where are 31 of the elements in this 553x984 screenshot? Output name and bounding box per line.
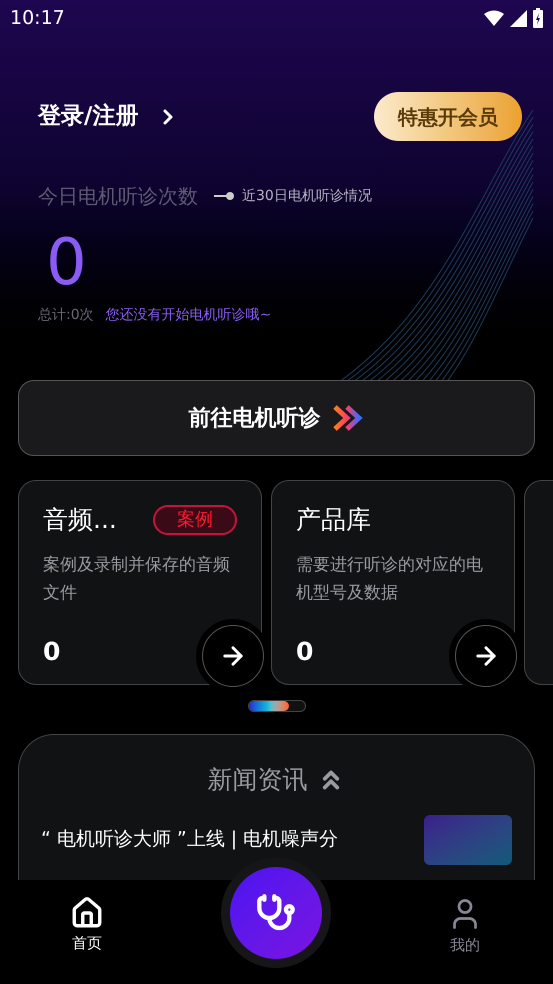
stethoscope-icon — [256, 893, 296, 933]
scroll-indicator — [248, 700, 306, 712]
news-headline[interactable]: “ 电机听诊大师 ”上线 | 电机噪声分 — [41, 825, 338, 854]
module-title: 音频... — [43, 504, 117, 536]
empty-hint: 您还没有开始电机听诊哦~ — [106, 306, 272, 325]
today-count: 0 — [45, 225, 88, 302]
nav-tab[interactable]: 我的 — [447, 896, 483, 956]
today-label: 今日电机听诊次数 — [38, 183, 198, 210]
wifi-icon — [484, 10, 504, 26]
battery-icon — [533, 8, 543, 28]
signal-icon — [510, 10, 527, 26]
start-diagnosis-button[interactable]: 前往电机听诊 — [18, 380, 535, 456]
trend-link[interactable]: 近30日电机听诊情况 — [214, 186, 372, 206]
home-icon — [70, 896, 104, 930]
module-description: 需要进行听诊的对应的电机型号及数据 — [296, 554, 484, 604]
module-card[interactable]: 音频... 案例 案例及录制并保存的音频文件 0 — [18, 480, 262, 685]
nav-tab[interactable]: 首页 — [70, 896, 104, 954]
module-count: 0 — [296, 636, 314, 668]
module-card[interactable]: 产品库 需要进行听诊的对应的电机型号及数据 0 — [271, 480, 515, 685]
double-chevron-icon — [332, 405, 364, 431]
module-description: 案例及录制并保存的音频文件 — [43, 554, 231, 604]
vip-button[interactable]: 特惠开会员 — [374, 92, 522, 141]
news-title: 新闻资讯 — [208, 764, 308, 796]
total-count: 总计:0次 — [38, 306, 94, 325]
status-time: 10:17 — [10, 6, 65, 31]
case-badge: 案例 — [153, 504, 237, 535]
login-link[interactable]: 登录/注册 — [38, 99, 180, 134]
diagnose-fab[interactable] — [230, 867, 322, 959]
module-title: 产品库 — [296, 504, 371, 536]
module-count: 0 — [43, 636, 60, 668]
toggle-icon — [214, 191, 236, 201]
